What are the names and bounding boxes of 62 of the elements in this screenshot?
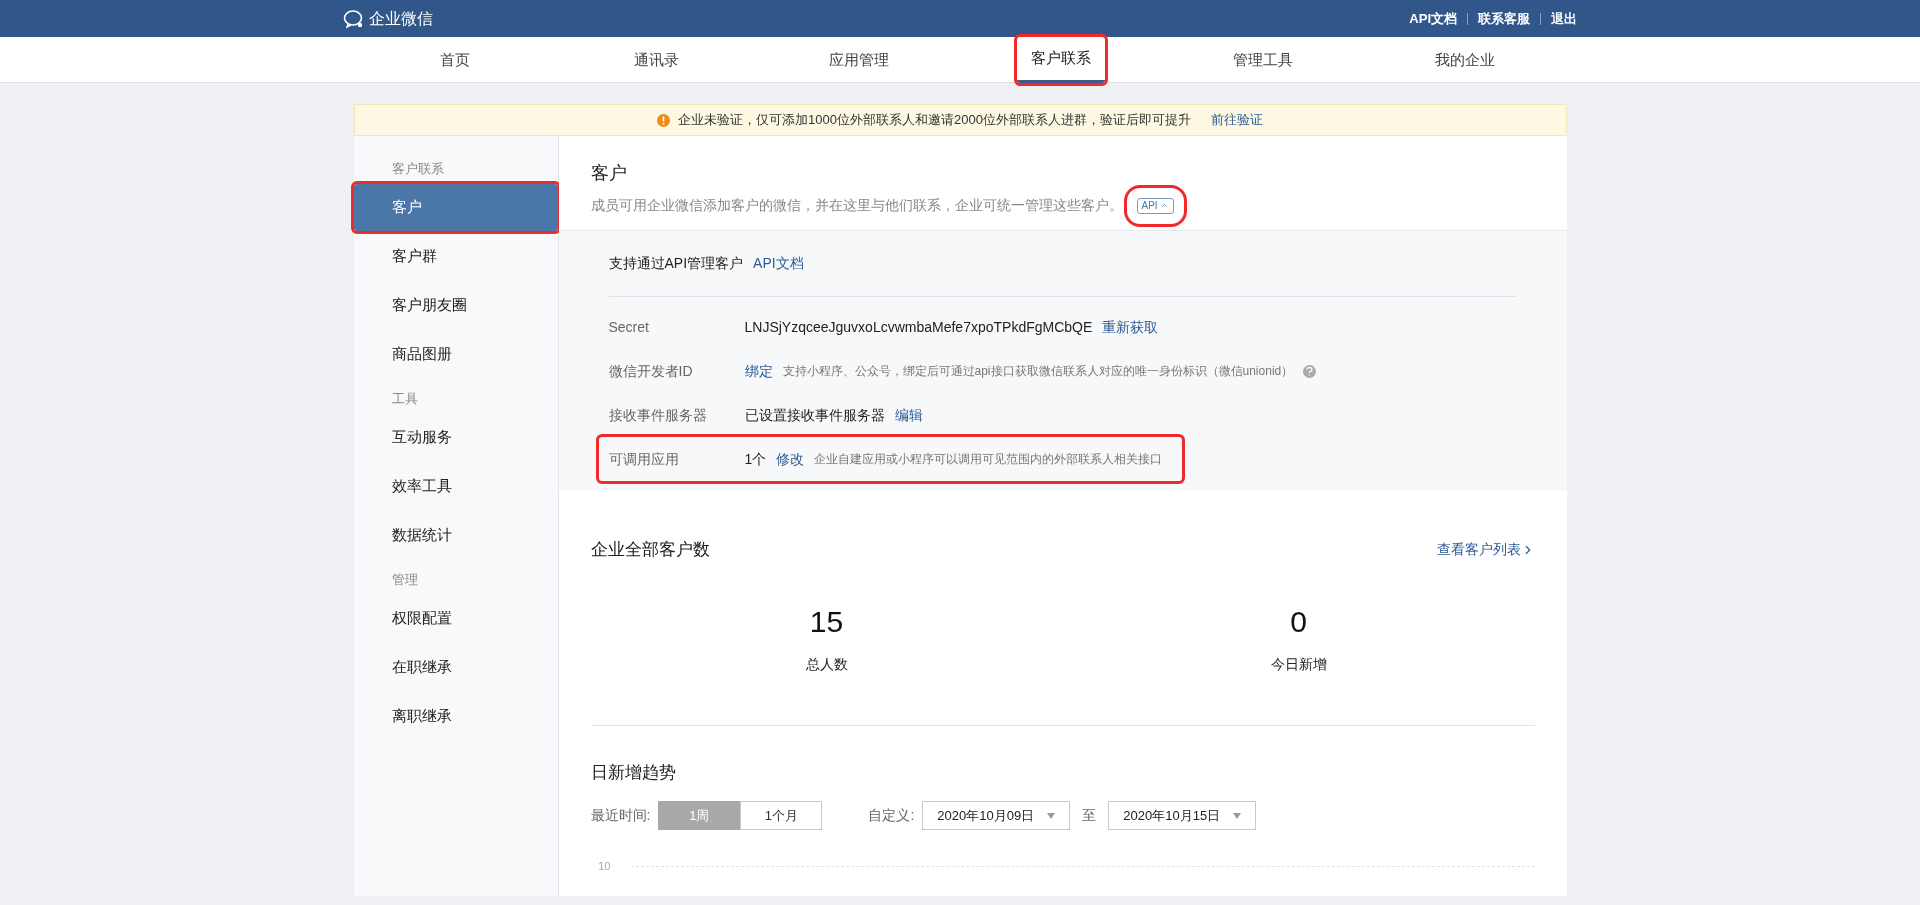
- action-link[interactable]: 修改: [776, 448, 805, 470]
- nav-tab[interactable]: 管理工具: [1219, 37, 1308, 83]
- action-link[interactable]: 绑定: [744, 360, 773, 382]
- nav-tab[interactable]: 应用管理: [814, 37, 903, 83]
- metric-label: 总人数: [805, 654, 848, 674]
- api-doc-link[interactable]: API文档: [753, 253, 804, 274]
- sidebar-item[interactable]: 互动服务: [353, 414, 558, 461]
- sidebar-item[interactable]: 效率工具: [353, 463, 558, 510]
- action-link[interactable]: 编辑: [894, 404, 923, 426]
- end-date-dropdown[interactable]: 2020年10月15日: [1108, 801, 1257, 830]
- sidebar-section-title: 客户联系: [390, 160, 445, 179]
- nav-tab[interactable]: 我的企业: [1421, 37, 1510, 83]
- axis-tick-label: 10: [597, 859, 611, 874]
- row-label: 微信开发者ID: [608, 361, 694, 381]
- sidebar-item[interactable]: 客户朋友圈: [353, 282, 558, 329]
- verify-link[interactable]: 前往验证: [1210, 110, 1263, 130]
- sidebar-item[interactable]: 商品图册: [353, 331, 558, 378]
- caret-icon: [1159, 201, 1169, 210]
- section-title: 日新增趋势: [590, 761, 677, 784]
- top-link[interactable]: API文档: [1409, 8, 1457, 29]
- sidebar-item[interactable]: 离职继承: [353, 693, 558, 740]
- custom-label: 自定义:: [868, 806, 915, 825]
- top-link[interactable]: 联系客服: [1478, 8, 1530, 29]
- sidebar-item[interactable]: 数据统计: [353, 512, 558, 559]
- row-label: 接收事件服务器: [608, 405, 708, 425]
- metric-value: 0: [1290, 603, 1307, 640]
- page-title: 客户: [590, 162, 628, 185]
- hint-text: 企业自建应用或小程序可以调用可见范围内的外部联系人相关接口: [814, 451, 1163, 468]
- field-value: 1个: [744, 449, 767, 469]
- nav-tab[interactable]: 首页: [425, 37, 484, 83]
- dropdown-arrow-icon: [1047, 812, 1056, 819]
- sidebar-section-title: 工具: [390, 390, 419, 409]
- api-intro-text: 支持通过API管理客户: [608, 254, 744, 273]
- logo-text: 企业微信: [369, 8, 433, 29]
- start-date-dropdown[interactable]: 2020年10月09日: [922, 801, 1071, 830]
- warning-icon: [657, 113, 671, 127]
- metric-label: 今日新增: [1270, 654, 1327, 674]
- nav-tab[interactable]: 通讯录: [620, 37, 694, 83]
- section-title: 企业全部客户数: [590, 539, 710, 561]
- nav-tab[interactable]: 客户联系: [1017, 37, 1106, 83]
- sidebar-item[interactable]: 客户群: [353, 233, 558, 280]
- top-link[interactable]: 退出: [1551, 8, 1577, 29]
- row-label: Secret: [608, 317, 650, 337]
- help-icon[interactable]: [1303, 364, 1317, 378]
- hint-text: 支持小程序、公众号，绑定后可通过api接口获取微信联系人对应的唯一身份标识（微信unionid）: [782, 363, 1294, 380]
- action-link[interactable]: 重新获取: [1102, 316, 1159, 338]
- chat-bubble-logo-icon: [343, 8, 365, 29]
- range-label: 最近时间:: [590, 806, 651, 825]
- notice-text: 企业未验证，仅可添加1000位外部联系人和邀请2000位外部联系人进群，验证后即可提升: [678, 111, 1191, 130]
- customer-list-link[interactable]: 查看客户列表: [1436, 539, 1535, 561]
- field-value: 已设置接收事件服务器: [744, 405, 885, 425]
- to-label: 至: [1082, 806, 1097, 825]
- sidebar-item[interactable]: 在职继承: [353, 644, 558, 691]
- sidebar-section-title: 管理: [390, 571, 419, 590]
- dropdown-arrow-icon: [1233, 812, 1242, 819]
- sidebar-item[interactable]: 权限配置: [353, 595, 558, 642]
- sidebar-item[interactable]: 客户: [353, 184, 558, 231]
- row-label: 可调用应用: [608, 449, 680, 469]
- metric-value: 15: [809, 603, 844, 640]
- range-tab[interactable]: 1个月: [740, 801, 823, 830]
- page-description: 成员可用企业微信添加客户的微信，并在这里与他们联系，企业可统一管理这些客户。: [590, 196, 1123, 215]
- field-value: LNJSjYzqceeJguvxoLcvwmbaMefe7xpoTPkdFgMCbQE: [744, 317, 1093, 337]
